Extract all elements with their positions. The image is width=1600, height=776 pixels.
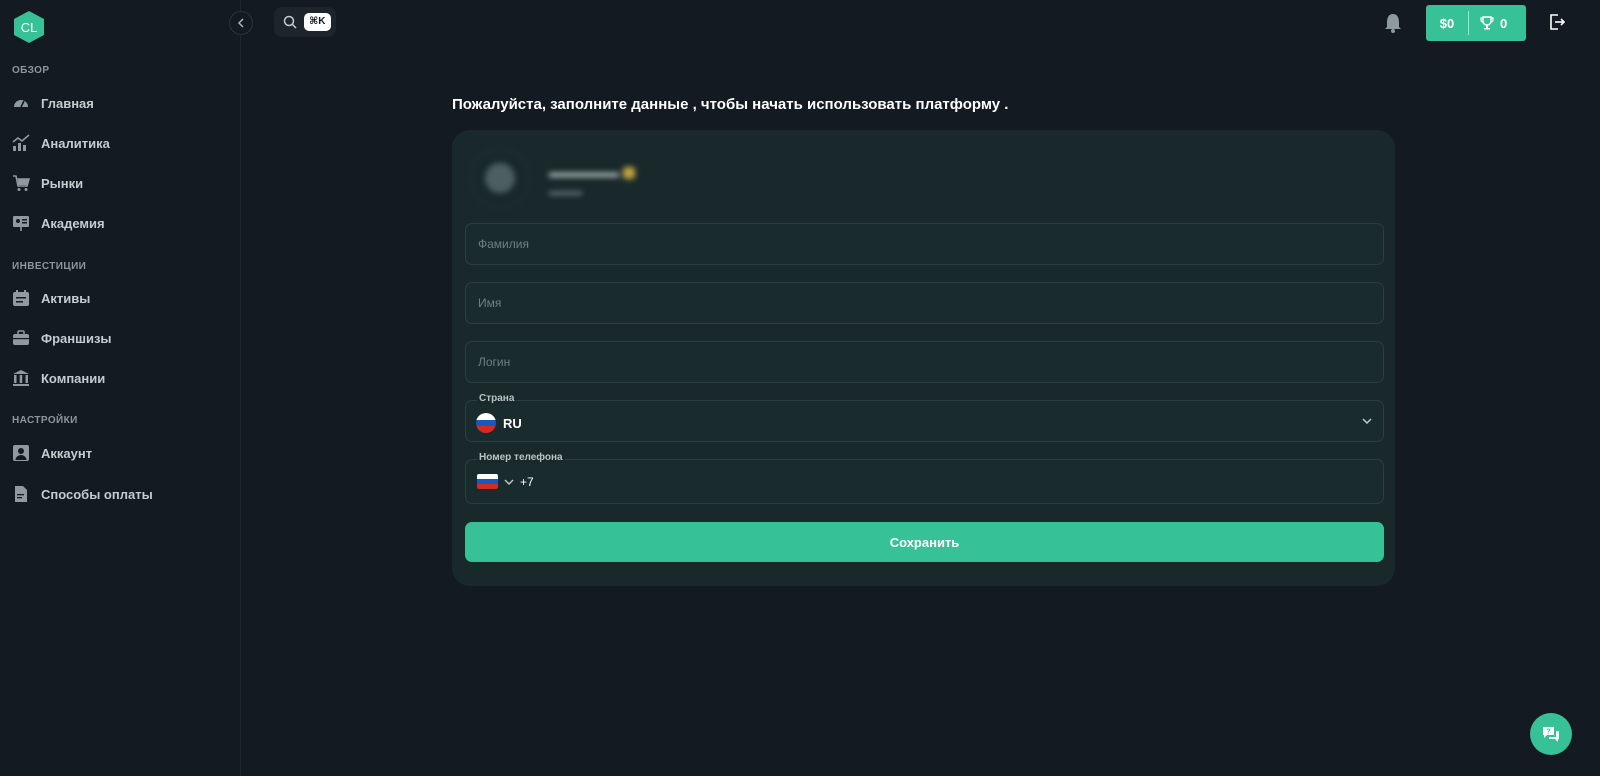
phone-code[interactable]: +7 [520,475,534,489]
document-icon [12,485,30,503]
sidebar: CL ОБЗОР Главная Аналитика Рынки Академи… [0,0,241,776]
sidebar-item-label: Франшизы [41,330,112,346]
bank-icon [12,369,30,387]
section-title-settings: НАСТРОЙКИ [12,415,78,426]
sidebar-item-label: Способы оплаты [41,486,153,502]
chart-icon [12,134,30,152]
search-shortcut: ⌘K [304,13,331,31]
gauge-icon [12,94,30,112]
trophy-value: 0 [1500,15,1508,31]
sidebar-item-label: Компании [41,370,106,386]
lastname-input[interactable] [466,224,1383,264]
avatar[interactable] [470,148,530,208]
logo[interactable]: CL [13,10,45,44]
chevron-left-icon [237,18,244,28]
country-select[interactable]: Страна RU [465,393,1384,442]
phone-label: Номер телефона [477,452,565,463]
page-title: Пожалуйста, заполните данные , чтобы нач… [452,96,1009,113]
save-button[interactable]: Сохранить [465,522,1384,562]
section-title-investments: ИНВЕСТИЦИИ [12,261,87,272]
briefcase-icon [12,329,30,347]
balance-amount: $0 [1439,15,1455,31]
russia-flag-icon[interactable] [477,474,498,489]
collapse-sidebar-button[interactable] [229,11,253,35]
phone-field[interactable]: Номер телефона +7 [465,452,1384,504]
sidebar-item-franchises[interactable]: Франшизы [12,324,222,352]
russia-flag-icon [476,413,496,433]
firstname-input[interactable] [466,283,1383,323]
sidebar-item-label: Активы [41,290,91,306]
bell-icon[interactable] [1384,13,1402,33]
presentation-icon [12,214,30,232]
sidebar-item-home[interactable]: Главная [12,89,222,117]
support-chat-button[interactable]: ? [1530,713,1572,755]
calendar-icon [12,289,30,307]
chevron-down-icon [1362,418,1372,425]
user-icon [12,444,30,462]
sidebar-item-markets[interactable]: Рынки [12,169,222,197]
sidebar-item-companies[interactable]: Компании [12,364,222,392]
svg-text:CL: CL [21,20,38,35]
login-input[interactable] [466,342,1383,382]
sidebar-item-label: Академия [41,215,105,231]
sidebar-item-assets[interactable]: Активы [12,284,222,312]
sidebar-item-label: Аккаунт [41,445,93,461]
sidebar-item-label: Рынки [41,175,84,191]
cart-icon [12,174,30,192]
balance-widget[interactable]: $0 0 [1426,5,1526,41]
sidebar-item-analytics[interactable]: Аналитика [12,129,222,157]
sidebar-item-payment-methods[interactable]: Способы оплаты [12,480,222,508]
sidebar-item-academy[interactable]: Академия [12,209,222,237]
country-label: Страна [477,393,517,404]
search-button[interactable]: ⌘K [274,7,336,37]
search-icon [283,15,297,29]
lastname-field[interactable] [465,223,1384,265]
svg-text:?: ? [1546,729,1550,736]
profile-subtitle-blurred: ▬▬▬ [549,186,582,198]
trophy-count: 0 [1469,16,1507,31]
profile-form-card: ▬▬▬▬▬ ▬▬▬ Страна RU Номер телефона +7 Со… [452,130,1395,586]
profile-name-blurred: ▬▬▬▬▬ [549,164,635,180]
country-value: RU [503,415,522,431]
logout-icon[interactable] [1548,13,1566,31]
section-title-overview: ОБЗОР [12,65,50,76]
sidebar-item-label: Аналитика [41,135,110,151]
chat-icon: ? [1543,727,1559,742]
sidebar-item-label: Главная [41,95,94,111]
trophy-icon [1480,16,1494,30]
sidebar-item-account[interactable]: Аккаунт [12,439,222,467]
firstname-field[interactable] [465,282,1384,324]
chevron-down-icon[interactable] [504,477,514,487]
profile-preview: ▬▬▬▬▬ ▬▬▬ [464,142,696,212]
login-field[interactable] [465,341,1384,383]
